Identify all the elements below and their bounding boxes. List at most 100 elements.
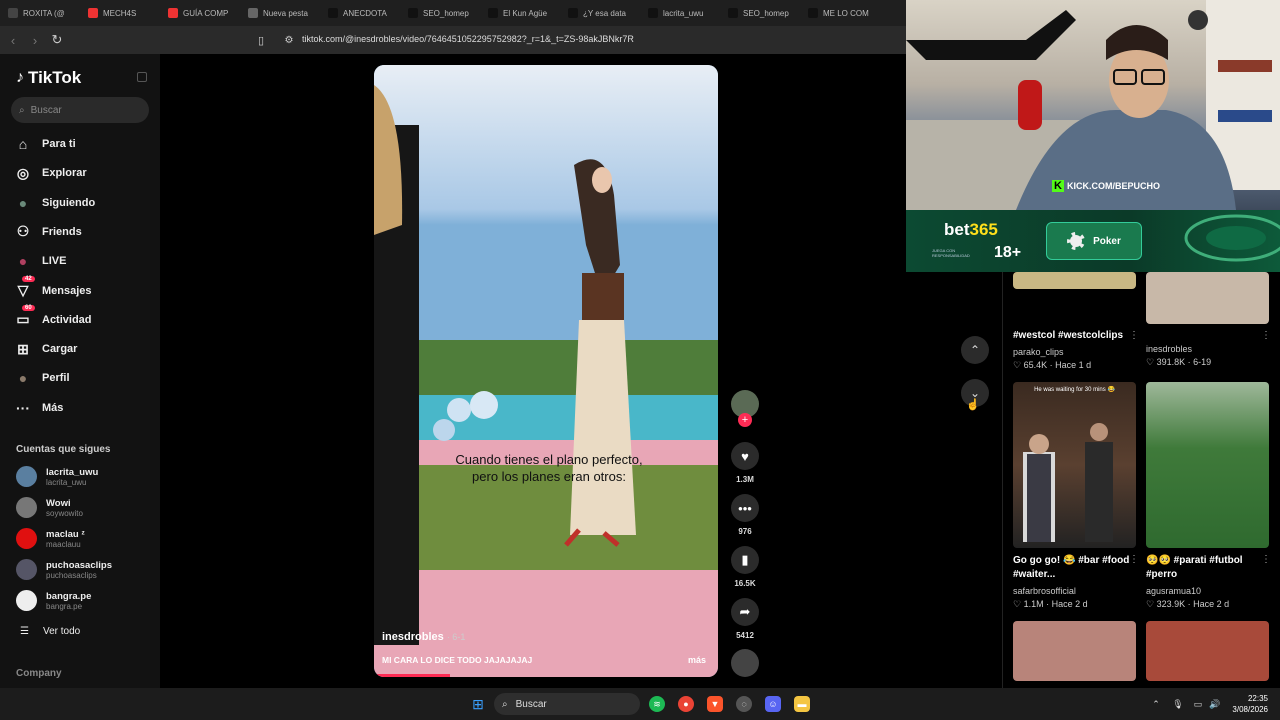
- video-author[interactable]: parako_clips: [1013, 347, 1064, 357]
- sidebar-item-friends[interactable]: ⚇ Friends: [14, 223, 82, 241]
- share-icon[interactable]: ➦: [731, 598, 759, 626]
- kick-watermark: K KICK.COM/BEPUCHO: [1052, 180, 1160, 192]
- brave-icon[interactable]: ▼: [707, 696, 723, 712]
- list-icon: ☰: [20, 626, 29, 637]
- bookmark-icon[interactable]: ▮: [731, 546, 759, 574]
- sidebar-item-actividad[interactable]: ▭ 60 Actividad: [14, 304, 92, 329]
- tray-chevron-icon[interactable]: ⌃: [1148, 696, 1164, 712]
- save-action[interactable]: ▮ 16.5K: [731, 546, 759, 588]
- video-author[interactable]: inesdrobles: [1146, 344, 1192, 354]
- browser-tab[interactable]: El Kun Agüe: [480, 0, 560, 26]
- video-thumbnail[interactable]: [1146, 272, 1269, 324]
- browser-tab[interactable]: SEO_homep: [720, 0, 800, 26]
- site-info-icon[interactable]: ⚙: [278, 35, 300, 46]
- browser-tab[interactable]: ROXITA (@: [0, 0, 80, 26]
- browser-tab[interactable]: MECH4S: [80, 0, 160, 26]
- windows-start-icon[interactable]: ⊞: [470, 696, 486, 712]
- network-icon[interactable]: ▭: [1190, 696, 1206, 712]
- see-all-button[interactable]: ☰ Ver todo: [20, 626, 80, 637]
- followed-account[interactable]: maclau ᶻ maaclauu: [16, 528, 85, 549]
- notification-badge: 42: [22, 275, 35, 282]
- tiktok-logo[interactable]: ♪ TikTok: [16, 68, 81, 88]
- tab-favicon-icon: [328, 8, 338, 18]
- browser-tab[interactable]: ANECDOTA: [320, 0, 400, 26]
- more-options-icon[interactable]: ⋮: [1129, 554, 1139, 565]
- video-thumbnail[interactable]: [1146, 621, 1269, 681]
- forward-icon[interactable]: ›: [24, 33, 46, 48]
- sidebar-item-mensajes[interactable]: ▽ 42 Mensajes: [14, 275, 92, 300]
- company-link[interactable]: Company: [16, 668, 62, 679]
- browser-tab[interactable]: lacrita_uwu: [640, 0, 720, 26]
- bet365-logo-a: bet: [944, 220, 970, 239]
- sidebar-item-label: Perfil: [42, 372, 70, 385]
- chrome-icon[interactable]: ●: [678, 696, 694, 712]
- previous-video-button[interactable]: ⌃: [961, 336, 989, 364]
- browser-tab[interactable]: GUÍA COMP: [160, 0, 240, 26]
- sidebar-item-perfil[interactable]: ● Perfil: [14, 369, 70, 387]
- url-field[interactable]: tiktok.com/@inesdrobles/video/7646451052…: [302, 34, 634, 44]
- video-thumbnail[interactable]: [1013, 272, 1136, 289]
- taskbar-search[interactable]: ⌕ Buscar: [494, 693, 640, 715]
- video-meta: ♡ 65.4K · Hace 1 d: [1013, 360, 1092, 370]
- heart-outline-icon: ♡: [1146, 357, 1155, 367]
- video-title[interactable]: Go go go! 😂 #bar #food #waiter...: [1013, 554, 1133, 582]
- followed-account[interactable]: lacrita_uwu lacrita_uwu: [16, 466, 98, 487]
- video-thumbnail[interactable]: He was waiting for 30 mins 😂: [1013, 382, 1136, 548]
- bookmark-icon[interactable]: ▯: [250, 34, 272, 47]
- share-action[interactable]: ➦ 5412: [731, 598, 759, 640]
- microphone-icon[interactable]: 🎙: [1170, 696, 1186, 712]
- heart-icon[interactable]: ♥: [731, 442, 759, 470]
- video-title[interactable]: 🥺🥺 #parati #futbol #perro: [1146, 554, 1266, 582]
- age-restriction: 18+: [994, 244, 1022, 261]
- app-icon[interactable]: ◌: [736, 696, 752, 712]
- more-options-icon[interactable]: ⋮: [1261, 330, 1271, 341]
- spotify-icon[interactable]: ≋: [649, 696, 665, 712]
- search-input[interactable]: ⌕ Buscar: [11, 97, 149, 123]
- system-clock[interactable]: 22:35 3/08/2026: [1226, 693, 1268, 715]
- sidebar-item-ms[interactable]: ··· Más: [14, 399, 63, 417]
- account-names: puchoasaclips puchoasaclips: [46, 560, 112, 580]
- browser-tab[interactable]: Nueva pesta: [240, 0, 320, 26]
- sidebar-item-siguiendo[interactable]: ● Siguiendo: [14, 194, 95, 212]
- video-author[interactable]: safarbrosofficial: [1013, 586, 1076, 596]
- followed-account[interactable]: Wowi soywowito: [16, 497, 83, 518]
- collapse-sidebar-icon[interactable]: [137, 72, 147, 82]
- video-progress-bar[interactable]: [374, 674, 450, 677]
- video-title[interactable]: #westcol #westcolclips: [1013, 329, 1133, 343]
- followed-account[interactable]: puchoasaclips puchoasaclips: [16, 559, 112, 580]
- video-author[interactable]: inesdrobles · 6-1: [382, 631, 465, 643]
- comment-icon[interactable]: •••: [731, 494, 759, 522]
- follow-plus-icon[interactable]: +: [738, 413, 752, 427]
- sidebar-item-live[interactable]: ● LIVE: [14, 252, 67, 270]
- file-explorer-icon[interactable]: ▬: [794, 696, 810, 712]
- creator-avatar[interactable]: +: [731, 390, 759, 427]
- reload-icon[interactable]: ↻: [46, 32, 68, 48]
- sidebar-item-explorar[interactable]: ◎ Explorar: [14, 164, 87, 182]
- more-options-icon[interactable]: ⋮: [1261, 554, 1271, 565]
- volume-icon[interactable]: 🔊: [1207, 696, 1223, 712]
- video-player[interactable]: Cuando tienes el plano perfecto, pero lo…: [374, 65, 718, 677]
- video-thumbnail[interactable]: [1013, 621, 1136, 681]
- video-author-name[interactable]: inesdrobles: [382, 631, 444, 643]
- tab-favicon-icon: [8, 8, 18, 18]
- more-options-icon[interactable]: ⋮: [1129, 330, 1139, 341]
- back-icon[interactable]: ‹: [2, 33, 24, 48]
- tab-favicon-icon: [488, 8, 498, 18]
- browser-tab[interactable]: SEO_homep: [400, 0, 480, 26]
- video-thumbnail[interactable]: [1146, 382, 1269, 548]
- webcam-scene: [906, 0, 1280, 210]
- clock-time: 22:35: [1247, 694, 1268, 703]
- video-more-button[interactable]: más: [688, 655, 706, 665]
- video-author[interactable]: agusramua10: [1146, 586, 1201, 596]
- followed-account[interactable]: bangra.pe bangra.pe: [16, 590, 91, 611]
- like-action[interactable]: ♥ 1.3M: [731, 442, 759, 484]
- sound-disc[interactable]: [731, 649, 759, 677]
- comment-action[interactable]: ••• 976: [731, 494, 759, 536]
- sidebar-item-cargar[interactable]: ⊞ Cargar: [14, 340, 77, 358]
- search-icon: ⌕: [19, 104, 25, 116]
- browser-tab[interactable]: ME LO COM: [800, 0, 880, 26]
- sidebar-item-parati[interactable]: ⌂ Para ti: [14, 135, 76, 153]
- music-disc-icon[interactable]: [731, 649, 759, 677]
- browser-tab[interactable]: ¿Y esa data: [560, 0, 640, 26]
- discord-icon[interactable]: ☺: [765, 696, 781, 712]
